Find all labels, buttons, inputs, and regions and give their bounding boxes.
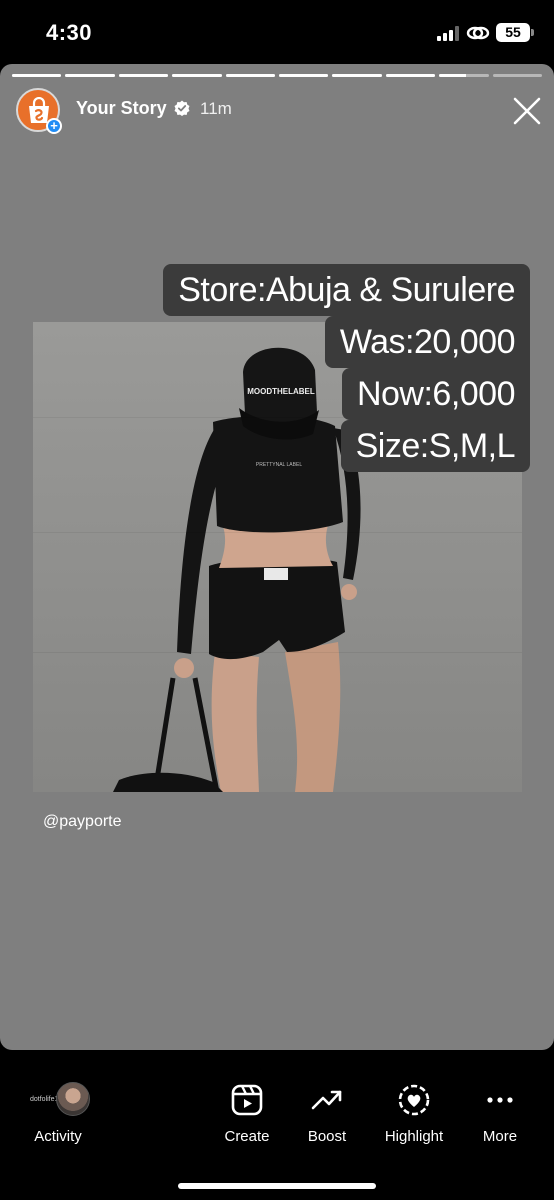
home-indicator (178, 1183, 376, 1189)
create-label: Create (224, 1128, 270, 1145)
battery-icon: 55 (496, 23, 530, 42)
reels-icon (231, 1084, 263, 1116)
add-story-badge[interactable]: + (46, 118, 62, 134)
more-button[interactable]: More (460, 1082, 540, 1145)
progress-fill (439, 74, 467, 77)
progress-fill (279, 74, 329, 77)
activity-label: Activity (34, 1128, 82, 1145)
progress-segment (279, 74, 329, 77)
progress-segment (65, 74, 115, 77)
highlight-heart-icon (398, 1084, 430, 1116)
mention-tag[interactable]: @payporte (43, 813, 122, 831)
story-owner[interactable]: Your Story (76, 98, 167, 119)
battery-cap (531, 29, 534, 36)
link-icon (466, 26, 490, 40)
progress-segment (439, 74, 489, 77)
highlight-label: Highlight (384, 1128, 444, 1145)
progress-segment (385, 74, 436, 77)
story-age: 11m (200, 99, 232, 118)
progress-fill (225, 74, 276, 77)
progress-fill (12, 74, 62, 77)
activity-button[interactable]: dotfolife18 Activity (18, 1082, 98, 1145)
shorts-label (264, 568, 288, 580)
bottom-bar: dotfolife18 Activity Create Boost Highli… (0, 1060, 554, 1200)
progress-fill (332, 74, 382, 77)
highlight-button[interactable]: Highlight (374, 1082, 454, 1145)
price-was: Was:20,000 (324, 316, 530, 368)
signal-icon (437, 26, 459, 41)
progress-fill (65, 74, 115, 77)
close-icon[interactable] (512, 96, 542, 126)
progress-segment (225, 74, 276, 77)
viewer-avatars: dotfolife18 (18, 1082, 98, 1118)
progress-segment (492, 74, 543, 77)
progress-fill (118, 74, 169, 77)
price-store: Store:Abuja & Surulere (163, 264, 530, 316)
price-now: Now:6,000 (341, 368, 530, 420)
boost-label: Boost (307, 1128, 347, 1145)
progress-segment (172, 74, 222, 77)
verified-icon (174, 100, 190, 116)
progress-segment (332, 74, 382, 77)
viewer-avatar (56, 1082, 90, 1116)
progress-segment (12, 74, 62, 77)
progress-fill (385, 74, 436, 77)
price-size: Size:S,M,L (340, 420, 530, 472)
progress-fill (172, 74, 222, 77)
progress-segment (118, 74, 169, 77)
status-bar: 4:30 55 (0, 0, 554, 64)
more-label: More (482, 1128, 518, 1145)
story-progress (12, 74, 543, 77)
price-tag-overlay[interactable]: Store:Abuja & Surulere Was:20,000 Now:6,… (163, 264, 530, 472)
story-header: + Your Story 11m (16, 88, 546, 134)
story-card[interactable]: + Your Story 11m MOODTHELABEL PRETTYNAL … (0, 64, 554, 1050)
boost-button[interactable]: Boost (287, 1082, 367, 1145)
more-icon (487, 1097, 513, 1103)
create-button[interactable]: Create (207, 1082, 287, 1145)
trending-up-icon (311, 1090, 342, 1110)
status-time: 4:30 (46, 20, 93, 45)
